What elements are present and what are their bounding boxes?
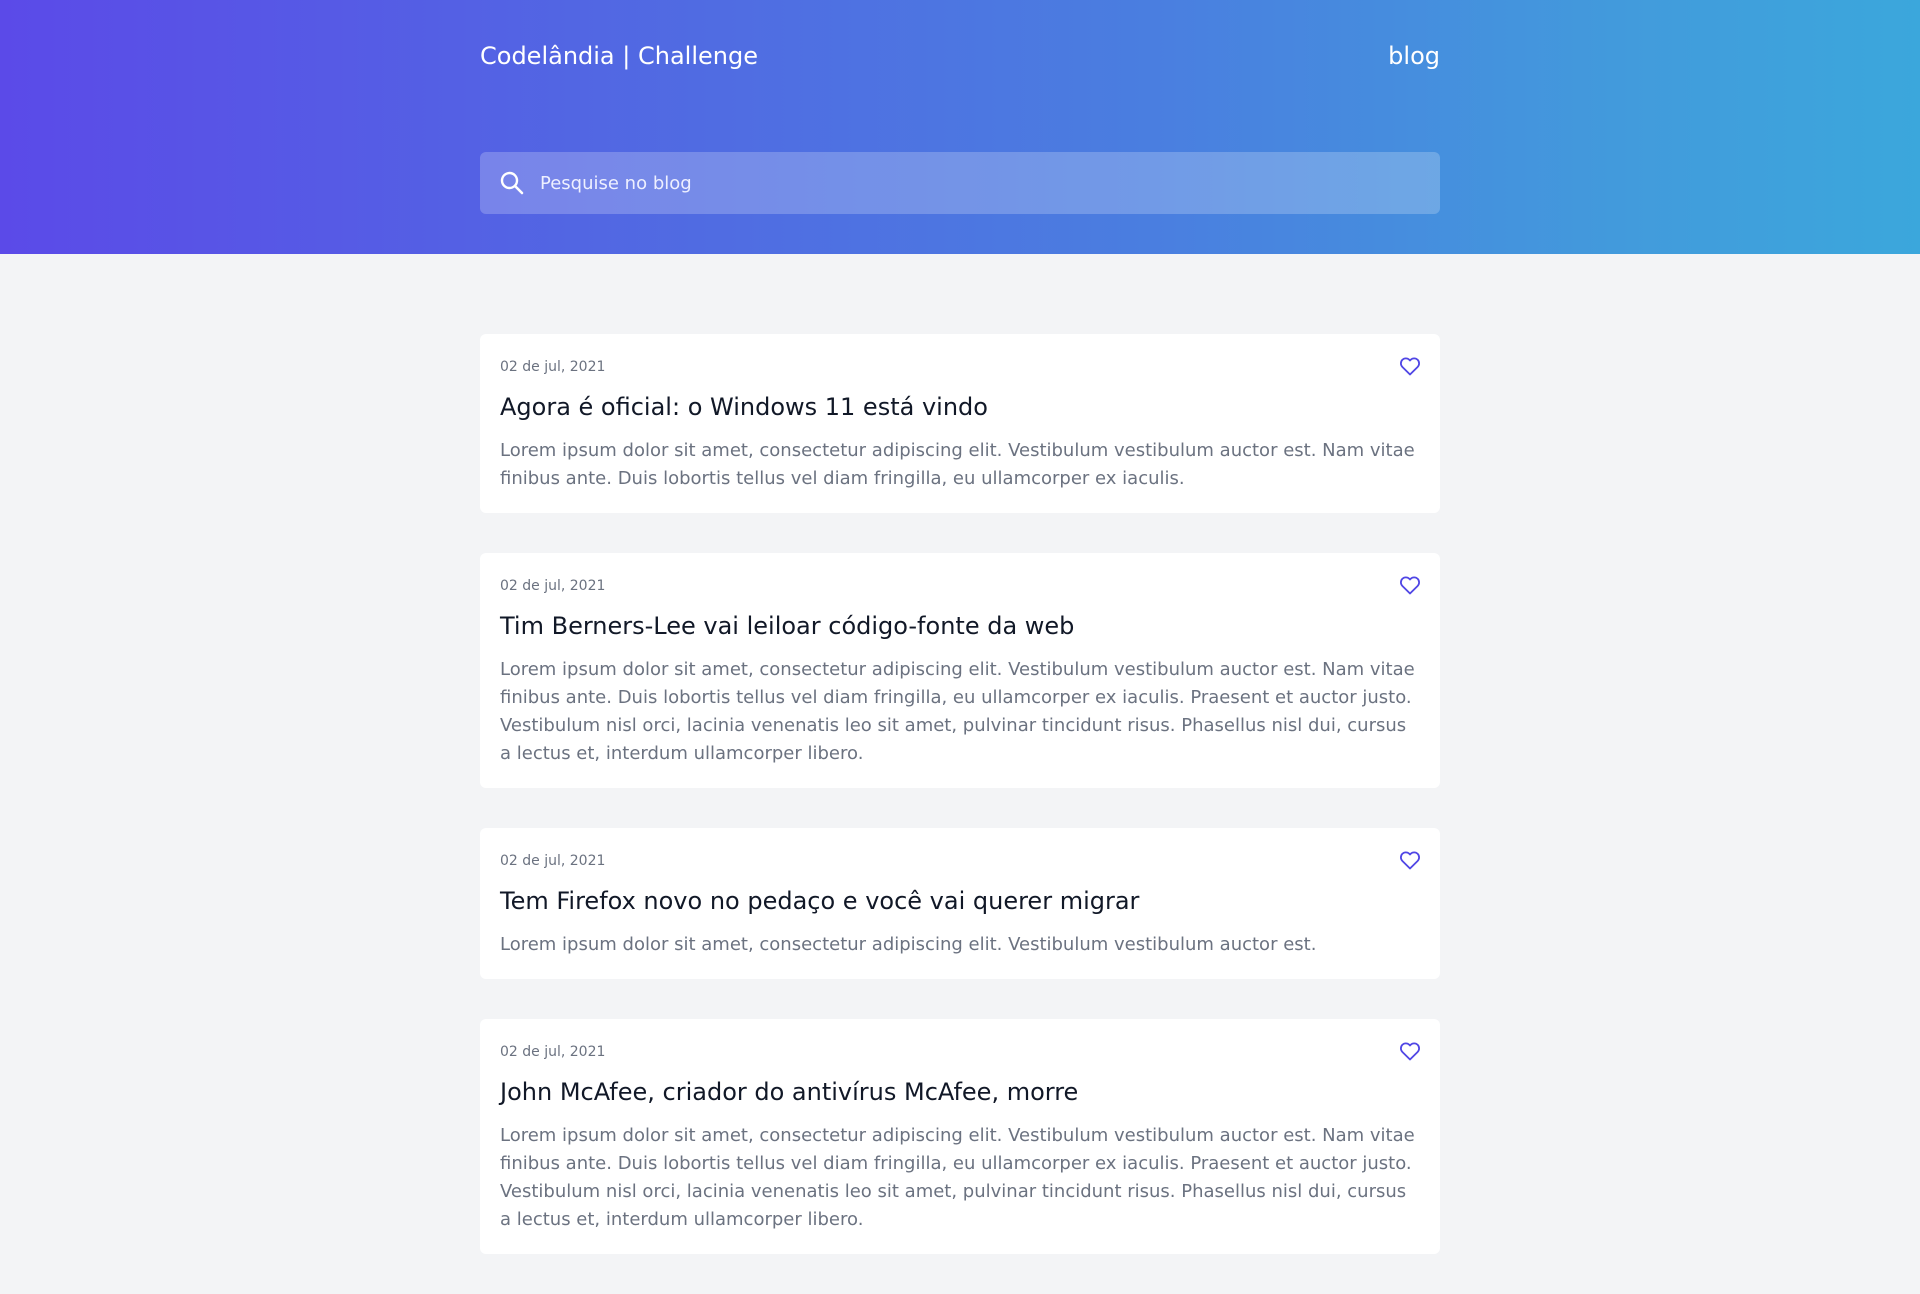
post-list: 02 de jul, 2021 Agora é oficial: o Windo… [480,334,1440,1294]
post-excerpt: Lorem ipsum dolor sit amet, consectetur … [500,659,1415,764]
post-title[interactable]: John McAfee, criador do antivírus McAfee… [500,1076,1420,1108]
post-date: 02 de jul, 2021 [500,1044,606,1060]
post-title[interactable]: Agora é oficial: o Windows 11 está vindo [500,391,1420,423]
post-card: 02 de jul, 2021 Tim Berners-Lee vai leil… [480,553,1440,788]
heart-icon [1400,1042,1420,1061]
heart-icon [1400,851,1420,870]
favorite-button[interactable] [1398,848,1422,872]
heart-icon [1400,576,1420,595]
post-title[interactable]: Tem Firefox novo no pedaço e você vai qu… [500,885,1420,917]
search-bar[interactable] [480,152,1440,214]
favorite-button[interactable] [1398,573,1422,597]
post-card: 02 de jul, 2021 Tem Firefox novo no peda… [480,828,1440,979]
post-excerpt: Lorem ipsum dolor sit amet, consectetur … [500,440,1415,489]
search-icon [500,171,524,195]
post-date: 02 de jul, 2021 [500,853,606,869]
header-container: Codelândia | Challenge blog [480,0,1440,254]
search-input[interactable] [540,152,1420,214]
nav-link-blog[interactable]: blog [1388,40,1440,72]
page-header: Codelândia | Challenge blog [0,0,1920,254]
post-date: 02 de jul, 2021 [500,578,606,594]
post-card: 02 de jul, 2021 Agora é oficial: o Windo… [480,334,1440,513]
post-excerpt: Lorem ipsum dolor sit amet, consectetur … [500,934,1317,955]
post-date: 02 de jul, 2021 [500,359,606,375]
favorite-button[interactable] [1398,354,1422,378]
post-excerpt: Lorem ipsum dolor sit amet, consectetur … [500,1125,1415,1230]
post-card: 02 de jul, 2021 John McAfee, criador do … [480,1019,1440,1254]
post-title[interactable]: Tim Berners-Lee vai leiloar código-fonte… [500,610,1420,642]
heart-icon [1400,357,1420,376]
favorite-button[interactable] [1398,1039,1422,1063]
brand-logo-text: Codelândia | Challenge [480,42,758,70]
